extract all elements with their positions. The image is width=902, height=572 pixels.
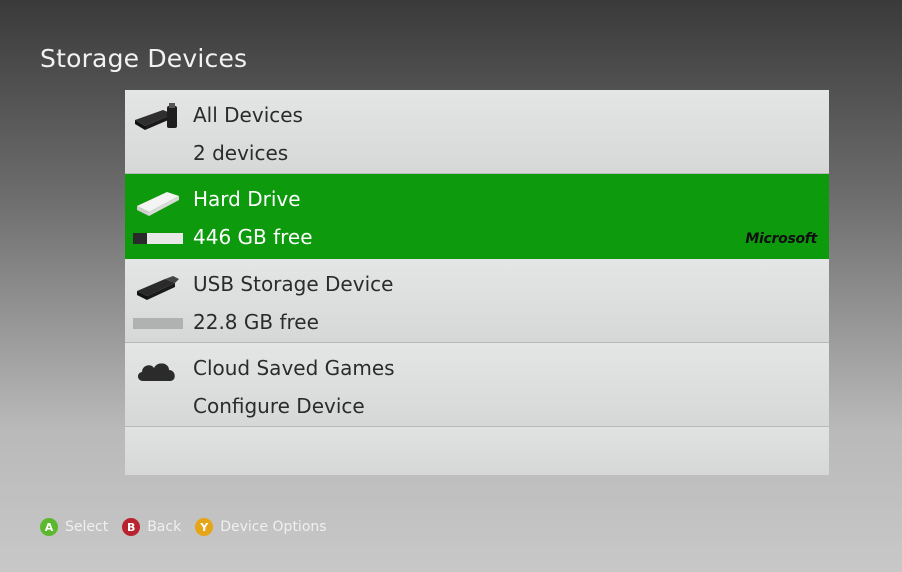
storage-usage-meter (133, 233, 183, 244)
device-row-hard-drive[interactable]: Hard Drive 446 GB free Microsoft (125, 174, 829, 259)
brand-logo: Microsoft (745, 231, 817, 247)
cloud-icon (133, 355, 181, 387)
empty-list-row (125, 427, 829, 475)
device-row-cloud-saved-games[interactable]: Cloud Saved Games Configure Device (125, 343, 829, 427)
usb-drive-icon (133, 271, 181, 303)
device-detail: 2 devices (193, 141, 289, 165)
hint-label: Device Options (220, 519, 327, 535)
device-name: Hard Drive (193, 187, 301, 211)
a-button-icon: A (40, 518, 58, 536)
hint-label: Back (147, 519, 182, 535)
button-hints: A Select B Back Y Device Options (40, 518, 341, 536)
storage-usage-meter (133, 318, 183, 329)
storage-usage-fill (133, 233, 147, 244)
device-name: Cloud Saved Games (193, 356, 395, 380)
device-detail: Configure Device (193, 394, 365, 418)
hint-back[interactable]: B Back (122, 518, 181, 536)
hint-device-options[interactable]: Y Device Options (195, 518, 327, 536)
storage-device-list: All Devices 2 devices Hard Drive 446 GB … (125, 90, 829, 475)
device-detail: 22.8 GB free (193, 310, 319, 334)
hint-select[interactable]: A Select (40, 518, 108, 536)
device-name: USB Storage Device (193, 272, 394, 296)
page-title: Storage Devices (40, 44, 248, 73)
device-row-all-devices[interactable]: All Devices 2 devices (125, 90, 829, 174)
device-row-usb-storage[interactable]: USB Storage Device 22.8 GB free (125, 259, 829, 343)
device-detail: 446 GB free (193, 225, 313, 249)
b-button-icon: B (122, 518, 141, 536)
hard-drive-icon (133, 186, 181, 218)
hint-label: Select (65, 519, 109, 535)
y-button-icon: Y (195, 518, 214, 536)
all-devices-icon (133, 102, 181, 134)
device-name: All Devices (193, 103, 303, 127)
